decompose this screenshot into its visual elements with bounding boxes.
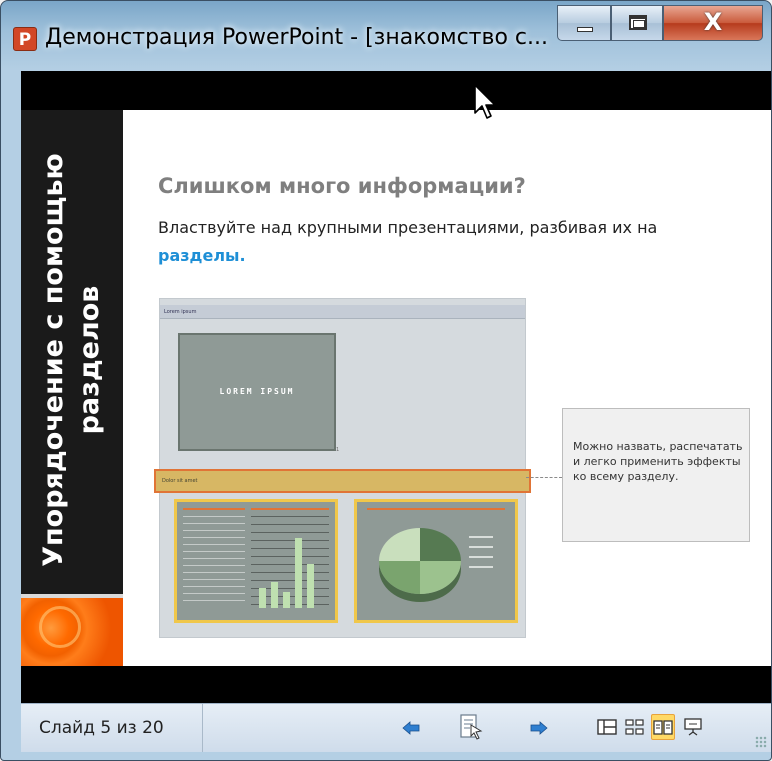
slide-heading: Слишком много информации?	[158, 174, 526, 198]
section-header-2: Dolor sit amet	[154, 469, 531, 493]
slide-canvas[interactable]: Упорядочение с помощью разделов Слишком …	[21, 110, 771, 666]
thumbnail-header-line	[183, 508, 245, 510]
thumbnail-pie	[379, 528, 461, 594]
minimize-button[interactable]	[557, 5, 611, 41]
slide-sorter-icon	[625, 719, 644, 735]
thumbnail-bar	[307, 564, 314, 608]
slideshow-icon	[684, 718, 702, 736]
thumbnail-bar	[259, 588, 266, 608]
maximize-icon	[629, 15, 647, 30]
sidebar-title-line2: разделов	[74, 285, 105, 435]
section-header-1: Lorem ipsum	[160, 305, 525, 319]
powerpoint-app-icon[interactable]: P	[13, 27, 37, 51]
maximize-button[interactable]	[611, 5, 663, 41]
normal-view-icon	[597, 719, 617, 735]
thumbnail-title-text: LOREM IPSUM	[219, 387, 295, 396]
next-slide-button[interactable]	[527, 716, 551, 740]
sidebar-title: Упорядочение с помощью разделов	[36, 140, 108, 580]
thumbnail-title-slide: LOREM IPSUM	[178, 333, 336, 451]
callout-text: Можно назвать, распечатать и легко приме…	[573, 440, 743, 483]
thumbnail-bar	[271, 582, 278, 608]
minimize-icon	[577, 27, 593, 32]
close-button[interactable]: X	[663, 5, 763, 41]
reading-view-icon	[653, 720, 673, 735]
callout-box: Можно назвать, распечатать и легко приме…	[562, 408, 750, 542]
slide-counter: Слайд 5 из 20	[21, 704, 203, 752]
thumbnail-legend	[469, 536, 493, 576]
thumbnail-table-chart	[174, 499, 338, 623]
window-controls: X	[557, 5, 769, 43]
close-icon: X	[703, 8, 723, 36]
thumbnail-header-line	[367, 508, 505, 510]
slide-body: Властвуйте над крупными презентациями, р…	[158, 214, 753, 270]
callout-connector	[526, 477, 562, 478]
previous-slide-button[interactable]	[399, 716, 423, 740]
normal-view-button[interactable]	[595, 714, 619, 740]
sidebar-orange-decoration	[21, 598, 123, 666]
resize-grip-icon[interactable]	[755, 736, 767, 748]
slide-menu-icon	[460, 714, 483, 740]
slide-menu-button[interactable]	[459, 712, 483, 742]
thumbnail-bar	[283, 592, 290, 608]
arrow-left-icon	[402, 721, 420, 735]
thumbnail-number: 1	[336, 447, 340, 453]
slide-sorter-illustration: Lorem ipsum LOREM IPSUM 1 Dolor sit amet	[154, 298, 531, 638]
thumbnail-header-line	[251, 508, 329, 510]
reading-view-button[interactable]	[651, 714, 675, 740]
mouse-cursor-icon	[473, 83, 499, 123]
slide-sorter-button[interactable]	[623, 714, 647, 740]
title-bar[interactable]: P Демонстрация PowerPoint - [знакомство …	[1, 1, 771, 71]
thumbnail-pie-chart	[354, 499, 518, 623]
sidebar-title-line1: Упорядочение с помощью	[38, 153, 69, 567]
thumbnail-table	[183, 516, 245, 604]
slide-body-text: Властвуйте над крупными презентациями, р…	[158, 218, 658, 237]
slideshow-button[interactable]	[681, 714, 705, 740]
thumbnail-bar	[295, 538, 302, 608]
arrow-right-icon	[530, 721, 548, 735]
status-bar: Слайд 5 из 20	[21, 703, 771, 752]
window-title: Демонстрация PowerPoint - [знакомство с.…	[45, 25, 548, 50]
slide-sidebar: Упорядочение с помощью разделов	[21, 110, 123, 666]
powerpoint-window: P Демонстрация PowerPoint - [знакомство …	[0, 0, 772, 761]
slide-body-link[interactable]: разделы.	[158, 246, 246, 265]
thumbnail-bar-chart	[251, 516, 329, 610]
